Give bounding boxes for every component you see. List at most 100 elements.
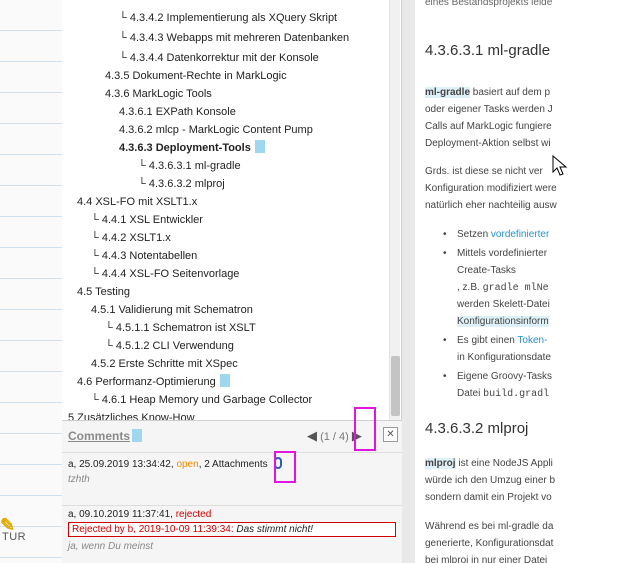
toc-item-label: └ 4.3.4.3 Webapps mit mehreren Datenbank…	[119, 32, 350, 44]
rejection-reason: Das stimmt nicht!	[236, 524, 314, 535]
comment-item: a, 09.10.2019 11:37:41, rejected Rejecte…	[62, 505, 402, 552]
list-item-text: Es gibt einen	[457, 335, 518, 346]
toc-item-label: 4.5 Testing	[77, 286, 131, 298]
comment-status: open	[176, 459, 199, 470]
toc-item[interactable]: └ 4.3.6.3.1 ml-gradle	[138, 158, 241, 174]
toc-item[interactable]: └ 4.4.3 Notentabellen	[91, 248, 197, 264]
toc-item-label: └ 4.3.4.2 Implementierung als XQuery Skr…	[119, 12, 338, 24]
toc-item-label: 4.3.6.1 EXPath Konsole	[119, 106, 236, 118]
comment-status: rejected	[175, 509, 212, 520]
toc-item[interactable]: └ 4.3.4.4 Datenkorrektur mit der Konsole	[119, 50, 319, 66]
pager-text: (1 / 4)	[320, 431, 349, 443]
comments-header: Comments ◀ (1 / 4) ▶ ✕	[62, 407, 402, 453]
comment-marker[interactable]	[219, 374, 230, 387]
toc-item-label: 4.5.1 Validierung mit Schematron	[91, 304, 253, 316]
toc-item-label: └ 4.5.1.2 CLI Verwendung	[105, 340, 234, 352]
toc-item-label: └ 4.3.6.3.2 mlproj	[138, 178, 225, 190]
comment-attachments: , 2 Attachments	[198, 459, 268, 470]
doc-paragraph-line: generierte, Konfigurationsdat	[425, 538, 554, 549]
doc-paragraph-line: natürlich eher nachteilig ausw	[425, 200, 557, 211]
toc-item[interactable]: └ 4.5.1.2 CLI Verwendung	[105, 338, 234, 354]
doc-paragraph-line: oder eigener Tasks werden J	[425, 104, 553, 115]
code-snippet: gradle mlNe	[482, 283, 549, 294]
toc-item[interactable]: 4.4 XSL-FO mit XSLT1.x	[77, 194, 197, 210]
rejection-box: Rejected by b, 2019-10-09 11:39:34: Das …	[68, 522, 396, 537]
toc-item[interactable]: 4.3.6.2 mlcp - MarkLogic Content Pump	[119, 122, 313, 138]
toc-item[interactable]: 4.5.1 Validierung mit Schematron	[91, 302, 253, 318]
toc-scroll-thumb[interactable]	[391, 356, 400, 416]
comments-marker	[132, 429, 143, 442]
toc-item[interactable]: 4.3.6 MarkLogic Tools	[105, 86, 212, 102]
doc-paragraph-line: würde ich den Umzug einer b	[425, 475, 556, 486]
toc-item-label: └ 4.4.4 XSL-FO Seitenvorlage	[91, 268, 240, 280]
doc-heading-mlproj: 4.3.6.3.2 mlproj	[425, 420, 529, 437]
doc-paragraph-line: Calls auf MarkLogic fungiere	[425, 121, 552, 132]
doc-link[interactable]: vordefinierter	[491, 229, 549, 240]
toc-item[interactable]: └ 4.6.1 Heap Memory und Garbage Collecto…	[91, 392, 312, 408]
comments-title[interactable]: Comments	[68, 429, 143, 443]
doc-text: ist eine NodeJS Appli	[455, 458, 553, 469]
toc-scrollbar[interactable]	[389, 0, 400, 420]
highlight-box-attachment	[274, 451, 296, 483]
close-comments-button[interactable]: ✕	[383, 427, 398, 442]
toc-item[interactable]: └ 4.4.1 XSL Entwickler	[91, 212, 203, 228]
toc-item[interactable]: └ 4.3.4.3 Webapps mit mehreren Datenbank…	[119, 30, 349, 46]
toc-item-label: └ 4.3.4.4 Datenkorrektur mit der Konsole	[119, 52, 319, 64]
comment-meta-text: a, 09.10.2019 11:37:41,	[68, 509, 176, 520]
toc-panel: └ 4.3.4.2 Implementierung als XQuery Skr…	[62, 0, 402, 563]
doc-paragraph-line: Deployment-Aktion selbst wi	[425, 138, 551, 149]
toc-item[interactable]: └ 4.4.2 XSLT1.x	[91, 230, 171, 246]
toc-item-label: 4.6 Performanz-Optimierung	[77, 376, 216, 388]
comment-meta: a, 25.09.2019 13:34:42, open, 2 Attachme…	[62, 457, 402, 470]
toc-item[interactable]: └ 4.3.4.2 Implementierung als XQuery Skr…	[119, 10, 337, 26]
doc-paragraph: mlproj ist eine NodeJS Appli	[425, 455, 553, 472]
toc-item-label: 5 Zusätzliches Know-How	[68, 412, 195, 420]
arrow-left-icon[interactable]: ◀	[307, 428, 317, 443]
toc-item[interactable]: 4.5.2 Erste Schritte mit XSpec	[91, 356, 238, 372]
list-item: Eigene Groovy-Tasks	[443, 368, 552, 385]
comment-meta: a, 09.10.2019 11:37:41, rejected	[62, 509, 402, 520]
list-item: Setzen vordefinierter	[443, 226, 549, 243]
logo: ✎ TUR	[0, 515, 40, 545]
toc-item-label: 4.3.6 MarkLogic Tools	[105, 88, 212, 100]
doc-paragraph-line: Konfiguration modifiziert were	[425, 183, 557, 194]
toc-item-label: └ 4.5.1.1 Schematron ist XSLT	[105, 322, 256, 334]
list-item-line: , z.B. gradle mlNe	[457, 279, 549, 297]
highlight-box-next	[354, 407, 376, 451]
doc-paragraph: ml-gradle basiert auf dem p	[425, 84, 550, 101]
toc-item[interactable]: 5 Zusätzliches Know-How	[68, 410, 195, 420]
doc-link[interactable]: Token-	[517, 335, 547, 346]
comment-meta-text: a, 25.09.2019 13:34:42,	[68, 459, 177, 470]
toc-item[interactable]: 4.3.5 Dokument-Rechte in MarkLogic	[105, 68, 287, 84]
rejection-meta: Rejected by b, 2019-10-09 11:39:34:	[72, 524, 237, 535]
toc-item[interactable]: └ 4.4.4 XSL-FO Seitenvorlage	[91, 266, 239, 282]
toc-item-label: 4.3.5 Dokument-Rechte in MarkLogic	[105, 70, 287, 82]
comment-body: ja, wenn Du meinst	[68, 541, 154, 552]
doc-text: basiert auf dem p	[470, 87, 551, 98]
toc-item[interactable]: 4.3.6.1 EXPath Konsole	[119, 104, 236, 120]
doc-paragraph-line: Während es bei ml-gradle da	[425, 521, 554, 532]
comment-body: tzhth	[68, 474, 90, 485]
comment-marker[interactable]	[254, 140, 265, 153]
toc-item-label: └ 4.4.3 Notentabellen	[91, 250, 198, 262]
comments-panel: Comments ◀ (1 / 4) ▶ ✕ a, 25.09.2019 13:…	[62, 407, 402, 563]
toc-item[interactable]: 4.5 Testing	[77, 284, 130, 300]
list-item-line: Konfigurationsinform	[457, 313, 549, 330]
list-item-line: werden Skelett-Datei	[457, 299, 550, 310]
list-item-text: Setzen	[457, 229, 491, 240]
logo-text: TUR	[2, 531, 27, 543]
doc-term: mlproj	[425, 458, 456, 469]
doc-paragraph-line: bei mlproj in nur einer Datei	[425, 555, 548, 563]
toc-item-label: 4.4 XSL-FO mit XSLT1.x	[77, 196, 198, 208]
toc-item[interactable]: 4.6 Performanz-Optimierung	[77, 374, 230, 390]
doc-top-cut: eines Bestandsprojekts leide	[425, 0, 553, 8]
doc-highlight: Konfigurationsinform	[457, 316, 549, 327]
toc-item[interactable]: └ 4.5.1.1 Schematron ist XSLT	[105, 320, 256, 336]
doc-heading-ml-gradle: 4.3.6.3.1 ml-gradle	[425, 42, 551, 59]
toc-item[interactable]: └ 4.3.6.3.2 mlproj	[138, 176, 225, 192]
list-item-text: , z.B.	[457, 282, 483, 293]
code-snippet: build.gradl	[483, 389, 550, 400]
toc-item[interactable]: 4.3.6.3 Deployment-Tools	[119, 140, 265, 156]
mouse-cursor-icon	[552, 155, 568, 176]
list-item: Es gibt einen Token-	[443, 332, 548, 349]
